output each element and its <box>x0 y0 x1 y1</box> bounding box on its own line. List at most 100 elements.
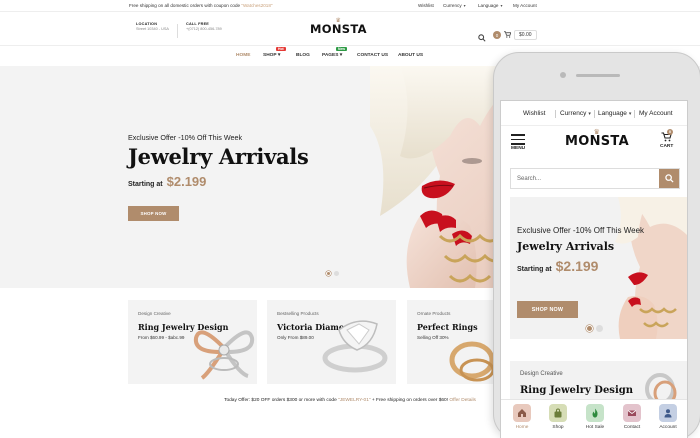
slider-dot-1[interactable] <box>586 325 593 332</box>
slider-dot-1[interactable] <box>326 271 331 276</box>
mobile-logo-text: MONSTA <box>565 134 629 149</box>
chevron-down-icon: ▾ <box>339 53 343 58</box>
search-icon <box>664 174 674 183</box>
logo-text: MONSTA <box>310 22 367 36</box>
mobile-shop-now-button[interactable]: SHOP NOW <box>517 301 578 318</box>
separator <box>555 110 556 118</box>
mobile-card-category: Design Creative <box>520 371 563 377</box>
card-price: From $60.99 - $abc.99 <box>138 335 185 340</box>
wishlist-link[interactable]: Wishlist <box>418 3 434 8</box>
tab-contact-label: Contact <box>623 425 641 430</box>
mobile-hero-subtitle: Exclusive Offer -10% Off This Week <box>517 226 645 235</box>
slider-dot-2[interactable] <box>334 271 339 276</box>
page: Free shipping on all domestic orders wit… <box>0 0 700 438</box>
hero-shop-now-button[interactable]: SHOP NOW <box>128 206 179 221</box>
bow-ring-image <box>193 330 255 380</box>
starting-at-label: Starting at <box>128 181 163 188</box>
card-category: Design Creative <box>138 311 171 316</box>
mobile-account-link[interactable]: My Account <box>639 110 673 117</box>
hero-title: Jewelry Arrivals <box>128 144 309 169</box>
nav-blog[interactable]: BLOG <box>296 53 310 58</box>
slider-dot-2[interactable] <box>596 325 603 332</box>
tab-contact[interactable]: Contact <box>617 404 647 430</box>
header-divider <box>177 24 178 38</box>
search-placeholder: Search... <box>517 176 542 182</box>
diamond-ring-image <box>322 320 388 373</box>
account-label: My Account <box>513 3 537 8</box>
tab-home-label: Home <box>515 425 529 430</box>
tab-shop[interactable]: Shop <box>543 404 573 430</box>
cart-icon <box>504 30 512 40</box>
gold-rings-image <box>449 341 495 382</box>
mobile-slider-dots <box>586 325 603 332</box>
new-tag: New <box>336 47 347 51</box>
mobile-cart-count: 0 <box>667 129 673 135</box>
menu-line <box>511 138 525 141</box>
my-account-link[interactable]: My Account <box>513 3 537 8</box>
tab-account[interactable]: Account <box>653 404 683 430</box>
card-price: Selling Off 30% <box>417 335 449 340</box>
hero-price: $2.199 <box>166 174 207 189</box>
cart-label: CART <box>660 144 674 149</box>
menu-label: MENU <box>511 146 526 151</box>
banner-card-ring-design[interactable]: Design Creative Ring Jewelry Design From… <box>128 300 257 384</box>
shopping-bag-icon <box>549 404 567 422</box>
mobile-screen: Wishlist Currency ▾ Language ▾ My Account … <box>500 100 688 438</box>
mobile-logo[interactable]: ♛ MONSTA <box>565 128 629 149</box>
chevron-down-icon: ▾ <box>277 53 281 58</box>
top-bar: Free shipping on all domestic orders wit… <box>0 0 700 12</box>
separator <box>634 110 635 118</box>
header-cart[interactable]: 0 $0.00 <box>493 30 537 40</box>
mobile-language-dropdown[interactable]: Language ▾ <box>598 110 631 117</box>
mobile-currency-dropdown[interactable]: Currency ▾ <box>560 110 591 117</box>
mobile-tab-bar: Home Shop Hot Sale Contact Account <box>501 399 687 438</box>
mobile-cart-button[interactable]: 0 CART <box>660 129 674 149</box>
hero-subtitle: Exclusive Offer -10% Off This Week <box>128 133 243 142</box>
call-info: CALL FREE +(0712) 800-456-789 <box>186 22 222 32</box>
card-category: Bestselling Products <box>277 311 319 316</box>
site-logo[interactable]: ♛ MONSTA <box>310 17 367 36</box>
promo-text: Free shipping on all domestic orders wit… <box>129 3 242 8</box>
chevron-down-icon: ▾ <box>588 110 591 117</box>
mobile-starting-at: Starting at <box>517 266 552 273</box>
card-category: Ornate Products <box>417 311 451 316</box>
nav-pages-label: PAGES <box>322 53 339 58</box>
tab-home[interactable]: Home <box>507 404 537 430</box>
banner-card-victoria-diamonds[interactable]: Bestselling Products Victoria Diamonds O… <box>267 300 396 384</box>
tab-account-label: Account <box>659 425 677 430</box>
menu-line <box>511 134 525 136</box>
site-header: LOCATION Street 10340 - USA CALL FREE +(… <box>0 12 700 46</box>
nav-home[interactable]: HOME <box>236 53 250 58</box>
currency-dropdown[interactable]: Currency ▾ <box>443 3 466 8</box>
tab-hot-sale[interactable]: Hot Sale <box>580 404 610 430</box>
nav-about-us[interactable]: ABOUT US <box>398 53 423 58</box>
phone-speaker <box>576 74 620 77</box>
crown-icon: ♛ <box>593 128 601 136</box>
currency-label: Currency <box>443 3 462 8</box>
phone-camera <box>560 72 566 78</box>
mobile-wishlist-link[interactable]: Wishlist <box>523 110 545 117</box>
slider-dots <box>326 271 339 276</box>
card-price: Only From $89.00 <box>277 335 314 340</box>
wishlist-label: Wishlist <box>418 3 434 8</box>
offer-details-link[interactable]: Offer Details <box>449 398 476 403</box>
language-label: Language <box>478 3 499 8</box>
chevron-down-icon: ▾ <box>500 3 503 8</box>
mobile-account-label: My Account <box>639 110 673 117</box>
nav-shop[interactable]: SHOP ▾ Hot <box>263 47 286 58</box>
search-icon[interactable] <box>478 34 486 44</box>
hot-tag: Hot <box>276 47 286 51</box>
nav-contact-us[interactable]: CONTACT US <box>357 53 388 58</box>
mobile-top-bar: Wishlist Currency ▾ Language ▾ My Account <box>501 101 687 126</box>
chevron-down-icon: ▾ <box>463 3 466 8</box>
separator <box>594 110 595 118</box>
offer-text-2: + Free shipping on orders over $60! <box>370 398 450 403</box>
nav-pages[interactable]: PAGES ▾ New <box>322 47 347 58</box>
mobile-search-button[interactable] <box>659 169 679 188</box>
tab-hot-sale-label: Hot Sale <box>585 425 605 430</box>
call-value: +(0712) 800-456-789 <box>186 27 222 31</box>
location-info: LOCATION Street 10340 - USA <box>136 22 169 32</box>
mobile-search-input[interactable]: Search... <box>510 168 680 189</box>
hamburger-menu-button[interactable]: MENU <box>511 134 526 151</box>
language-dropdown[interactable]: Language ▾ <box>478 3 502 8</box>
